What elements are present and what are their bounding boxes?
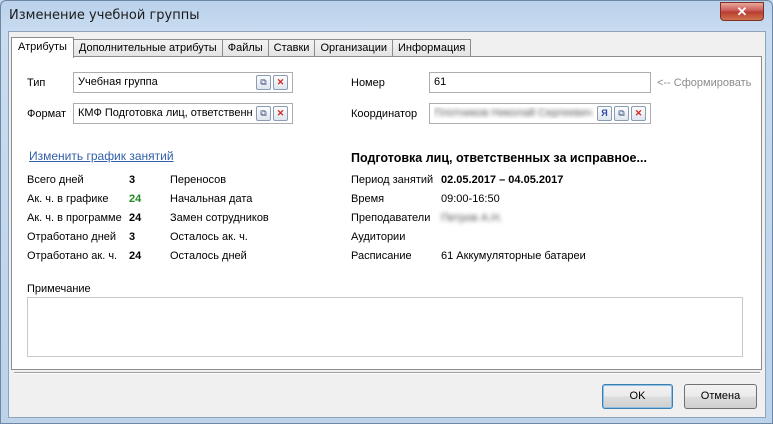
type-label: Тип — [27, 77, 46, 89]
number-value: 61 — [434, 76, 447, 88]
tab-bar: Атрибуты Дополнительные атрибуты Файлы С… — [11, 37, 472, 58]
stat-label: Переносов — [170, 174, 227, 186]
time-label: Время — [351, 193, 385, 205]
title-bar[interactable]: Изменение учебной группы ✕ — [1, 1, 772, 31]
ok-button[interactable]: OK — [602, 384, 673, 409]
dialog-window: Изменение учебной группы ✕ Атрибуты Допо… — [0, 0, 773, 424]
stat-label: Замен сотрудников — [170, 212, 269, 224]
stat-value: 24 — [129, 193, 142, 205]
format-field[interactable]: КМФ Подготовка лиц, ответственн ⧉ ✕ — [73, 103, 293, 124]
stat-label: Отработано дней — [27, 231, 117, 243]
type-field[interactable]: Учебная группа ⧉ ✕ — [73, 72, 293, 93]
course-title: Подготовка лиц, ответственных за исправн… — [351, 151, 647, 165]
edit-schedule-link[interactable]: Изменить график занятий — [29, 149, 174, 163]
tab-attributes[interactable]: Атрибуты — [11, 37, 74, 58]
stat-value: 3 — [129, 174, 136, 186]
stat-label: Отработано ак. ч. — [27, 250, 118, 262]
note-textarea[interactable] — [27, 297, 743, 357]
close-icon[interactable]: ✕ — [720, 2, 764, 21]
number-input[interactable]: 61 — [429, 72, 651, 93]
schedule-label: Расписание — [351, 250, 412, 262]
generate-link[interactable]: <-- Сформировать — [657, 77, 751, 89]
format-value: КМФ Подготовка лиц, ответственн — [78, 107, 253, 119]
note-label: Примечание — [27, 283, 91, 295]
clear-icon[interactable]: ✕ — [273, 75, 288, 90]
number-label: Номер — [351, 77, 385, 89]
cancel-button[interactable]: Отмена — [684, 384, 757, 409]
tab-files[interactable]: Файлы — [221, 39, 269, 57]
stat-label: Всего дней — [27, 174, 84, 186]
stat-value: 3 — [129, 231, 136, 243]
clear-icon[interactable]: ✕ — [273, 106, 288, 121]
copy-icon[interactable]: ⧉ — [256, 75, 271, 90]
window-title: Изменение учебной группы — [9, 8, 200, 23]
type-value: Учебная группа — [78, 76, 158, 88]
stat-value: 24 — [129, 212, 142, 224]
time-value: 09:00-16:50 — [441, 193, 500, 205]
coordinator-field[interactable]: Плотников Николай Сергеевич Я ⧉ ✕ — [429, 103, 651, 124]
copy-icon[interactable]: ⧉ — [614, 106, 629, 121]
dialog-body: Атрибуты Дополнительные атрибуты Файлы С… — [8, 31, 766, 418]
tab-rates[interactable]: Ставки — [267, 39, 316, 57]
stat-value: 24 — [129, 250, 142, 262]
format-label: Формат — [27, 108, 67, 120]
divider — [14, 372, 760, 374]
coordinator-value: Плотников Николай Сергеевич — [434, 107, 593, 119]
copy-icon[interactable]: ⧉ — [256, 106, 271, 121]
teachers-value: Петров А.Н. — [441, 212, 503, 224]
stat-label: Осталось дней — [170, 250, 247, 262]
tab-extra-attributes[interactable]: Дополнительные атрибуты — [72, 39, 223, 57]
rooms-label: Аудитории — [351, 231, 406, 243]
schedule-value: 61 Аккумуляторные батареи — [441, 250, 586, 262]
tab-information[interactable]: Информация — [392, 39, 472, 57]
stat-label: Осталось ак. ч. — [170, 231, 248, 243]
select-icon[interactable]: Я — [597, 106, 612, 121]
teachers-label: Преподаватели — [351, 212, 431, 224]
period-value: 02.05.2017 – 04.05.2017 — [441, 174, 564, 186]
tab-organizations[interactable]: Организации — [314, 39, 393, 57]
stat-label: Начальная дата — [170, 193, 253, 205]
period-label: Период занятий — [351, 174, 434, 186]
stat-label: Ак. ч. в программе — [27, 212, 122, 224]
coordinator-label: Координатор — [351, 108, 418, 120]
stat-label: Ак. ч. в графике — [27, 193, 109, 205]
clear-icon[interactable]: ✕ — [631, 106, 646, 121]
attributes-panel: Тип Учебная группа ⧉ ✕ Формат КМФ Подгот… — [11, 56, 762, 370]
